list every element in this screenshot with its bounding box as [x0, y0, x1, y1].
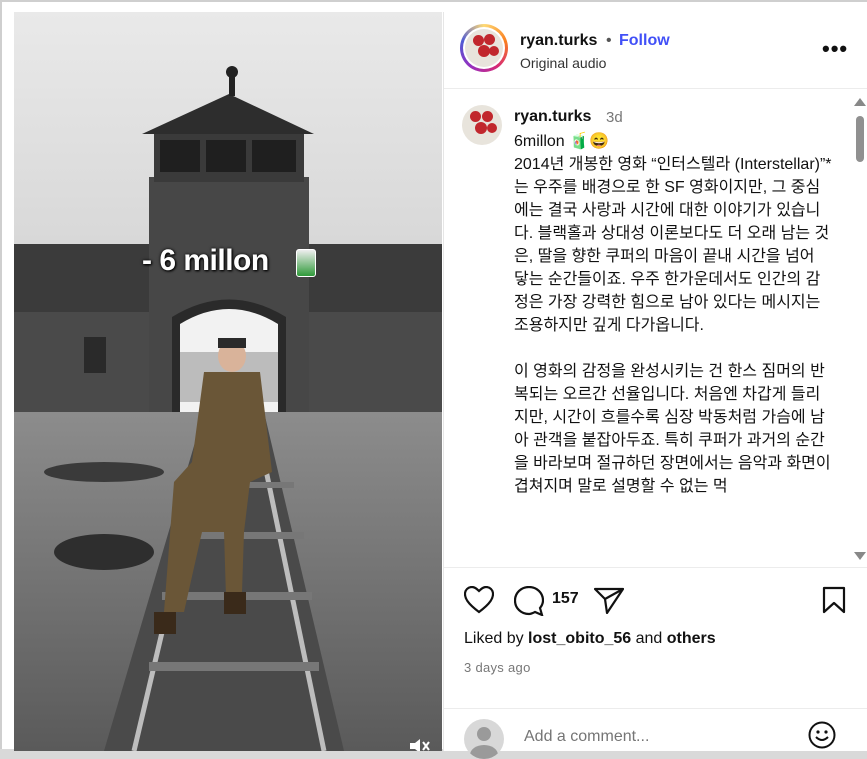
save-bookmark-icon[interactable] — [822, 586, 846, 619]
caption-comment: ryan.turks 3d 6millon 🧃😄 2014년 개봉한 영화 “인… — [444, 89, 867, 567]
scrollbar-thumb[interactable] — [856, 116, 864, 162]
commenter-username[interactable]: ryan.turks — [514, 108, 591, 126]
share-send-icon[interactable] — [593, 586, 625, 619]
comments-scrollbar[interactable] — [854, 98, 866, 560]
post-media[interactable]: - 6 millon — [14, 12, 442, 751]
juice-can-sticker — [296, 249, 316, 277]
liked-by-prefix: Liked by — [464, 630, 529, 647]
add-comment-row — [444, 708, 867, 759]
separator-dot: • — [606, 32, 612, 49]
media-scene — [14, 12, 442, 751]
add-comment-input[interactable] — [522, 727, 786, 747]
video-caption-overlay: - 6 millon — [142, 244, 269, 277]
liked-by-others-link[interactable]: others — [667, 630, 716, 647]
follow-button[interactable]: Follow — [619, 32, 670, 50]
post-side-panel: ryan.turks • Follow Original audio ••• r… — [443, 12, 867, 759]
liked-by-and: and — [631, 630, 667, 647]
post-time-ago[interactable]: 3 days ago — [464, 660, 531, 675]
scroll-up-arrow-icon[interactable] — [854, 98, 866, 106]
more-options-icon[interactable]: ••• — [822, 36, 848, 62]
comment-text: 6millon 🧃😄 2014년 개봉한 영화 “인터스텔라 (Interste… — [514, 133, 832, 495]
liked-by-user-link[interactable]: lost_obito_56 — [528, 630, 631, 647]
post-actions: 157 Liked by lost_obito_56 and others 3 … — [444, 567, 867, 759]
comment-count: 157 — [552, 590, 579, 607]
post-header: ryan.turks • Follow Original audio ••• — [444, 12, 867, 89]
commenter-avatar[interactable] — [462, 105, 502, 145]
scroll-down-arrow-icon[interactable] — [854, 552, 866, 560]
current-user-avatar — [464, 719, 504, 759]
post-window: - 6 millon ryan.turks • Follow Original … — [0, 0, 867, 759]
author-avatar[interactable] — [460, 24, 508, 72]
comment-bubble-icon[interactable] — [513, 585, 545, 621]
emoji-picker-icon[interactable] — [808, 721, 836, 749]
audio-label[interactable]: Original audio — [520, 55, 606, 71]
author-username[interactable]: ryan.turks — [520, 32, 597, 50]
liked-by-line: Liked by lost_obito_56 and others — [464, 630, 716, 648]
like-heart-icon[interactable] — [463, 585, 495, 619]
comment-time[interactable]: 3d — [606, 109, 623, 126]
